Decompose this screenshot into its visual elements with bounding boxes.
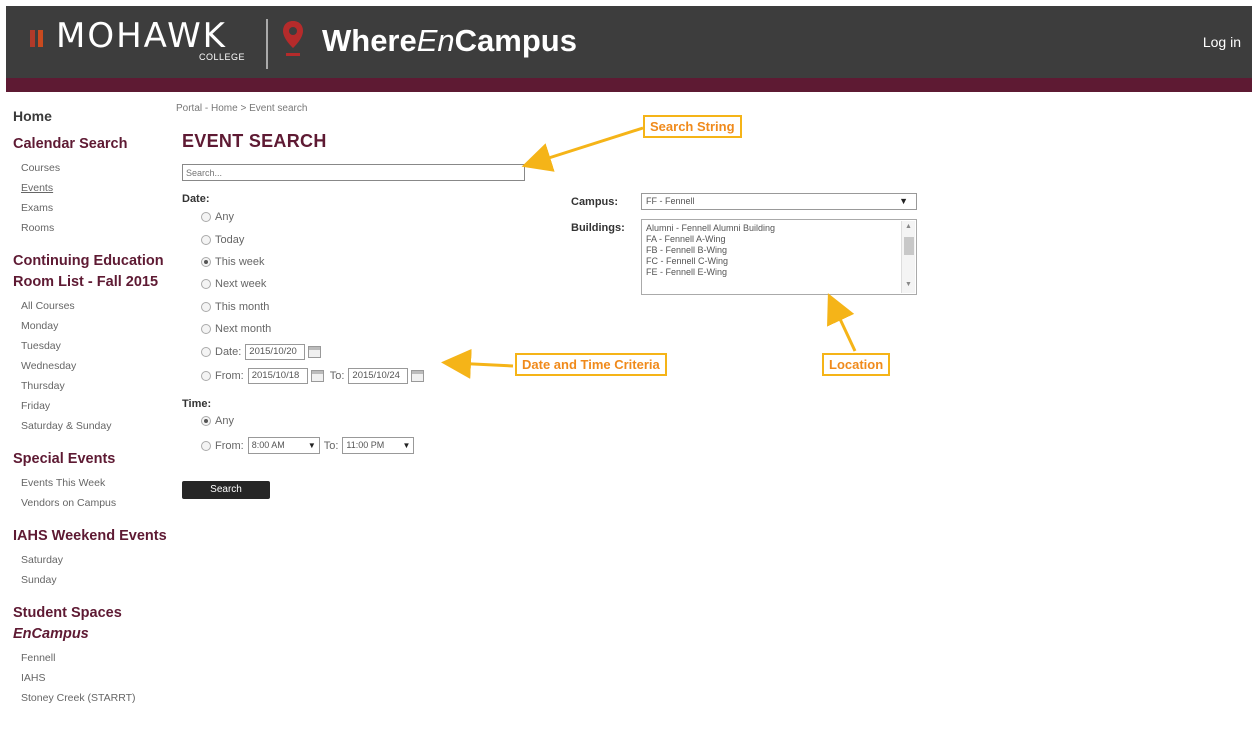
annotation-arrows — [441, 126, 857, 379]
